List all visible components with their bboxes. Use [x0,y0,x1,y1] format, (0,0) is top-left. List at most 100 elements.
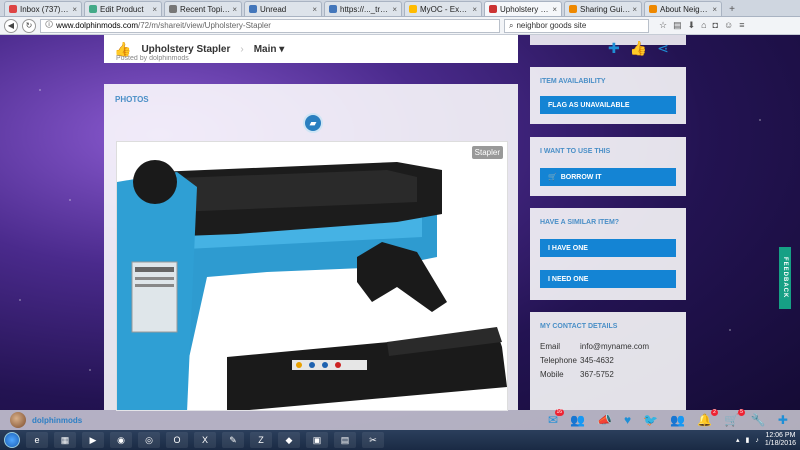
system-tray: ▴ ▮ ♪ 12:06 PM 1/18/2016 [736,430,796,450]
reading-list-icon[interactable]: ▤ [673,20,682,31]
close-icon[interactable]: × [72,5,77,14]
section-dropdown[interactable]: Main ▾ [254,44,285,55]
media-player-icon[interactable]: ▶ [82,432,104,448]
photo-tag: Stapler [471,146,503,159]
like-icon[interactable]: 👍 [630,40,647,57]
outlook-icon[interactable]: O [166,432,188,448]
windows-start-button[interactable] [4,432,20,448]
need-one-button[interactable]: I NEED ONE [540,270,676,288]
mail-icon[interactable]: ✉ 16 [548,409,565,427]
terminal-icon[interactable]: ▣ [306,432,328,448]
firefox-icon[interactable]: ◉ [110,432,132,448]
people-icon[interactable]: 👥 [570,413,585,427]
excel-icon[interactable]: X [194,432,216,448]
photos-heading: PHOTOS [115,95,149,104]
cart-icon: 🛒 [548,174,557,181]
bell-icon[interactable]: 🔔 2 [697,409,718,427]
twitter-icon[interactable]: 🐦 [643,413,658,427]
close-icon[interactable]: × [392,5,397,14]
use-card: I WANT TO USE THIS 🛒 BORROW IT [530,137,686,196]
page-icon [569,5,577,13]
mobile-value: 367-5752 [580,370,614,379]
flag-unavailable-button[interactable]: FLAG AS UNAVAILABLE [540,96,676,114]
ie-icon[interactable]: e [26,432,48,448]
contact-card: MY CONTACT DETAILS Email info@myname.com … [530,312,686,410]
tab-7[interactable]: Sharing Guideli × [564,1,642,16]
browser-tab-strip: Inbox (737) - je × Edit Product × Recent T… [0,0,800,17]
group-icon[interactable]: 👥 [670,413,685,427]
feedback-tab[interactable]: FEEDBACK [779,247,791,309]
address-bar[interactable]: 🛈 www.dolphinmods.com/72/m/shareit/view/… [40,18,500,33]
app-bottom-bar: dolphinmods ✉ 16 👥 📣 ♥ 🐦 👥 🔔 2 🛒 5 🔧 ✚ [0,409,800,430]
email-value[interactable]: info@myname.com [580,342,649,351]
close-icon[interactable]: × [632,5,637,14]
search-box[interactable]: ⌕ neighbor goods site [504,18,649,33]
heart-icon[interactable]: ♥ [624,413,631,427]
bottom-bar-icons: ✉ 16 👥 📣 ♥ 🐦 👥 🔔 2 🛒 5 🔧 ✚ [548,409,788,427]
reload-button[interactable]: ↻ [22,18,36,33]
breadcrumb-separator: › [240,43,244,55]
notepad-icon[interactable]: ▤ [334,432,356,448]
bookmark-star-icon[interactable]: ☆ [659,20,667,31]
folder-icon[interactable]: ▦ [54,432,76,448]
photo-frame[interactable]: Stapler [116,141,508,411]
page-icon [489,5,497,13]
url-path: /72/m/shareit/view/Upholstery-Stapler [137,21,271,30]
tray-arrow-icon[interactable]: ▴ [736,436,740,444]
plus-icon[interactable]: ✚ [778,413,788,427]
chrome-icon[interactable]: ◎ [138,432,160,448]
tab-0[interactable]: Inbox (737) - je × [4,1,82,16]
tab-8[interactable]: About Neighbo × [644,1,722,16]
tools-icon[interactable]: ✂ [362,432,384,448]
filezilla-icon[interactable]: Z [250,432,272,448]
wrench-icon[interactable]: 🔧 [751,413,766,427]
use-heading: I WANT TO USE THIS [540,148,611,155]
page-icon [89,5,97,13]
close-icon[interactable]: × [232,5,237,14]
network-icon[interactable]: ▮ [745,436,749,444]
chat-icon[interactable]: ☺ [724,20,733,31]
item-actions: ✚ 👍 ⋖ [608,40,669,57]
close-icon[interactable]: × [152,5,157,14]
tab-3[interactable]: Unread × [244,1,322,16]
add-icon[interactable]: ✚ [608,40,620,57]
avatar[interactable] [10,412,26,428]
back-button[interactable]: ◀ [4,18,18,33]
close-icon[interactable]: × [712,5,717,14]
pocket-icon[interactable]: ◘ [713,20,718,31]
tab-6-active[interactable]: Upholstery Sta × [484,1,562,16]
volume-icon[interactable]: ♪ [755,437,759,444]
telephone-value: 345-4632 [580,356,614,365]
photos-panel: PHOTOS ▰ Stapler [104,84,518,411]
page-icon [249,5,257,13]
username[interactable]: dolphinmods [32,416,82,425]
close-icon[interactable]: × [552,5,557,14]
clock[interactable]: 12:06 PM 1/18/2016 [765,432,796,448]
tab-2[interactable]: Recent Topics : × [164,1,242,16]
search-icon: ⌕ [509,20,514,30]
mobile-row: Mobile 367-5752 [540,370,614,379]
gmail-icon [9,5,17,13]
share-icon[interactable]: ⋖ [657,40,669,57]
menu-icon[interactable]: ≡ [739,20,744,31]
tab-4[interactable]: https://..._tracker× [324,1,402,16]
stapler-image [117,160,507,410]
availability-heading: ITEM AVAILABILITY [540,78,606,85]
cart-icon[interactable]: 🛒 5 [724,409,745,427]
megaphone-icon[interactable]: 📣 [597,413,612,427]
contact-heading: MY CONTACT DETAILS [540,323,618,330]
frog-icon[interactable]: ◆ [278,432,300,448]
telephone-row: Telephone 345-4632 [540,356,614,365]
new-tab-button[interactable]: + [724,2,740,16]
page-icon [169,5,177,13]
close-icon[interactable]: × [472,5,477,14]
borrow-button[interactable]: 🛒 BORROW IT [540,168,676,186]
tab-1[interactable]: Edit Product × [84,1,162,16]
similar-card: HAVE A SIMILAR ITEM? I HAVE ONE I NEED O… [530,208,686,300]
tab-5[interactable]: MyOC - Exams × [404,1,482,16]
have-one-button[interactable]: I HAVE ONE [540,239,676,257]
close-icon[interactable]: × [312,5,317,14]
download-icon[interactable]: ⬇ [688,20,696,31]
paint-icon[interactable]: ✎ [222,432,244,448]
home-icon[interactable]: ⌂ [701,20,706,31]
